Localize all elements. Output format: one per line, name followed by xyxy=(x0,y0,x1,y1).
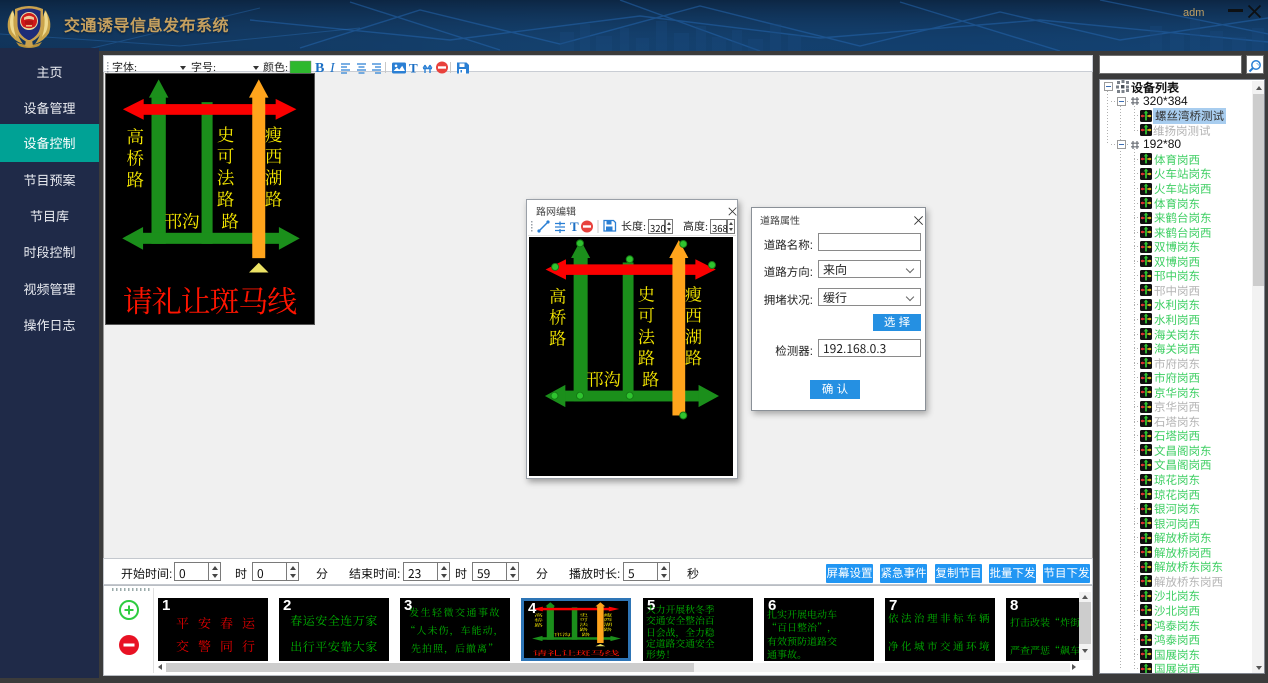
svg-text:T: T xyxy=(409,61,418,76)
svg-text:高度:: 高度: xyxy=(683,218,708,234)
svg-text:长度:: 长度: xyxy=(621,218,646,234)
svg-text:B: B xyxy=(315,61,324,75)
svg-text:I: I xyxy=(329,61,336,75)
svg-text:T: T xyxy=(570,219,579,234)
